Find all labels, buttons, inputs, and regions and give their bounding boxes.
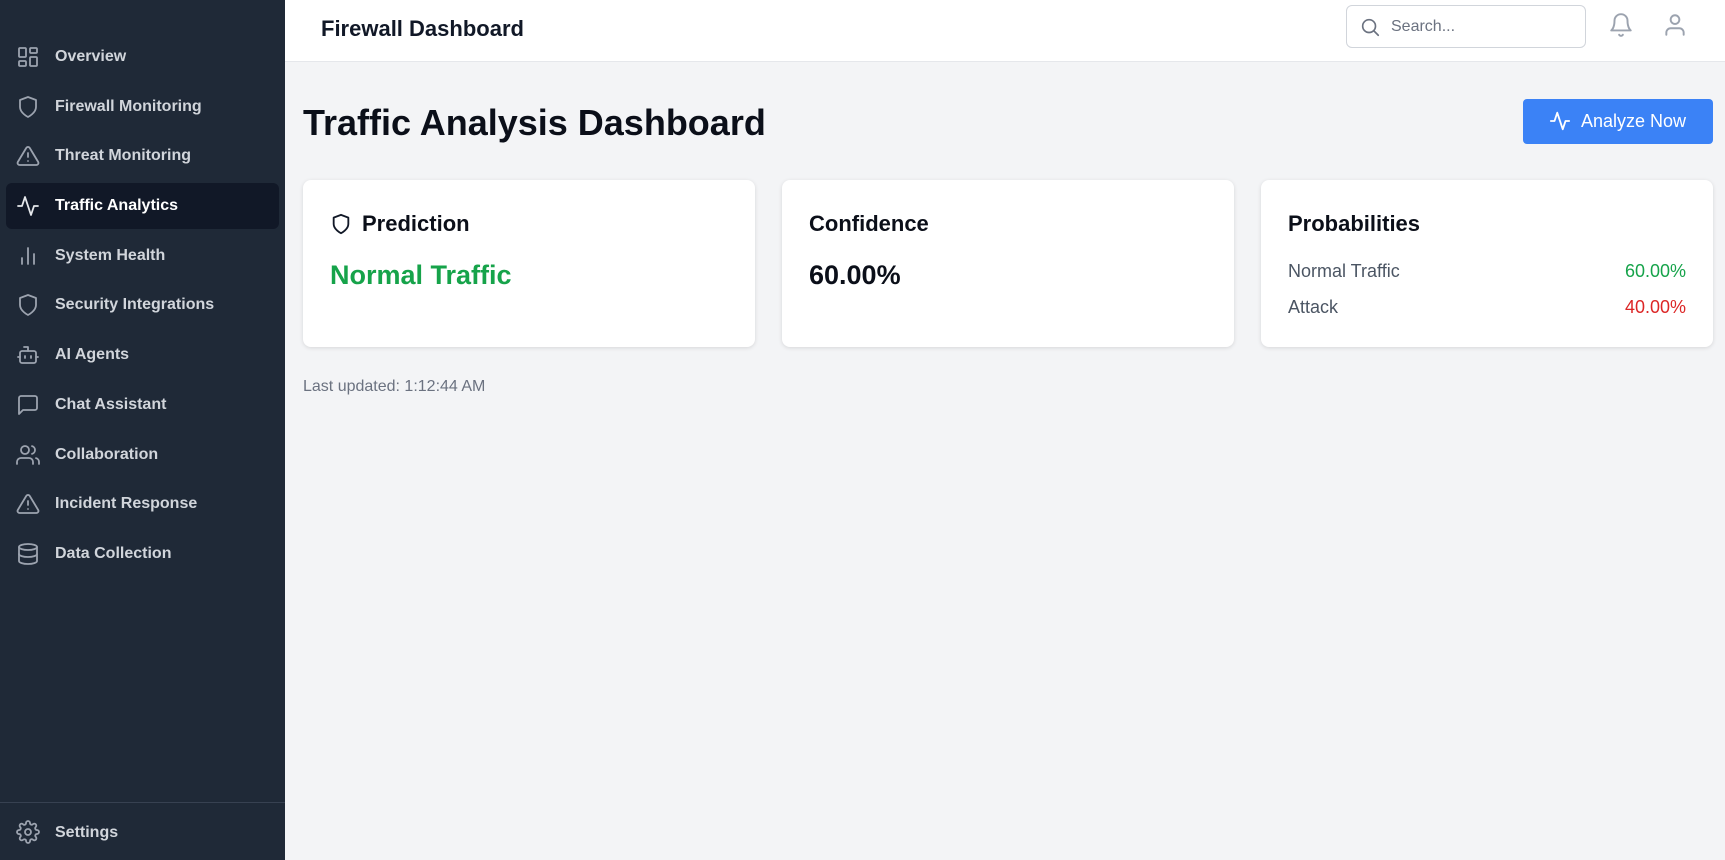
sidebar-item-label: Threat Monitoring: [55, 147, 191, 165]
search-icon: [1359, 16, 1381, 38]
sidebar-item-label: Security Integrations: [55, 296, 215, 314]
sidebar-item-incident-response[interactable]: Incident Response: [6, 481, 279, 527]
sidebar-item-label: Settings: [55, 824, 119, 841]
sidebar-item-chat-assistant[interactable]: Chat Assistant: [6, 382, 279, 428]
probability-row-attack: Attack 40.00%: [1288, 297, 1686, 321]
sidebar-item-label: Data Collection: [55, 544, 172, 562]
confidence-title: Confidence: [809, 211, 929, 236]
sidebar-item-label: Firewall Monitoring: [55, 97, 202, 115]
confidence-card: Confidence 60.00%: [782, 180, 1234, 347]
probability-label: Normal Traffic: [1288, 261, 1400, 281]
sidebar-item-label: Incident Response: [55, 495, 198, 513]
bot-icon: [16, 343, 40, 367]
activity-icon: [1549, 110, 1571, 132]
sidebar: Overview Firewall Monitoring Threat Moni…: [0, 0, 285, 860]
sidebar-item-label: Chat Assistant: [55, 395, 167, 413]
analyze-now-button[interactable]: Analyze Now: [1523, 99, 1713, 144]
prediction-title: Prediction: [362, 211, 470, 236]
prediction-card: Prediction Normal Traffic: [303, 180, 755, 347]
top-bar: Firewall Dashboard: [285, 0, 1725, 62]
probabilities-card: Probabilities Normal Traffic 60.00% Atta…: [1261, 180, 1713, 347]
shield-icon: [330, 213, 352, 235]
probability-row-normal: Normal Traffic 60.00%: [1288, 261, 1686, 285]
sidebar-item-system-health[interactable]: System Health: [6, 233, 279, 279]
alert-triangle-icon: [16, 144, 40, 168]
bar-chart-icon: [16, 244, 40, 268]
sidebar-item-traffic-analytics[interactable]: Traffic Analytics: [6, 183, 279, 230]
shield-icon: [16, 293, 40, 317]
sidebar-item-label: AI Agents: [55, 346, 130, 364]
gear-icon: [16, 820, 40, 844]
message-square-icon: [16, 393, 40, 417]
app-title: Firewall Dashboard: [321, 16, 524, 41]
layout-grid-icon: [16, 45, 40, 69]
sidebar-item-ai-agents[interactable]: AI Agents: [6, 332, 279, 378]
sidebar-item-data-collection[interactable]: Data Collection: [6, 531, 279, 577]
activity-icon: [16, 194, 40, 218]
probability-value: 60.00%: [1624, 261, 1686, 281]
sidebar-item-label: Traffic Analytics: [55, 197, 179, 215]
alert-triangle-icon: [16, 492, 40, 516]
sidebar-item-firewall-monitoring[interactable]: Firewall Monitoring: [6, 84, 279, 130]
probability-label: Attack: [1288, 297, 1339, 317]
probability-value: 40.00%: [1624, 297, 1686, 317]
sidebar-item-label: Collaboration: [55, 445, 159, 463]
probabilities-title: Probabilities: [1288, 211, 1421, 236]
sidebar-item-settings[interactable]: Settings: [6, 803, 279, 860]
sidebar-nav: Overview Firewall Monitoring Threat Moni…: [0, 34, 285, 581]
sidebar-item-label: Overview: [55, 48, 127, 65]
last-updated: Last updated: 1:12:44 AM: [303, 378, 485, 396]
page-title: Traffic Analysis Dashboard: [303, 102, 766, 143]
database-icon: [16, 542, 40, 566]
search-box[interactable]: [1346, 5, 1586, 48]
analyze-now-label: Analyze Now: [1581, 111, 1687, 131]
last-updated-time: 1:12:44 AM: [404, 378, 486, 395]
sidebar-item-threat-monitoring[interactable]: Threat Monitoring: [6, 133, 279, 179]
sidebar-item-overview[interactable]: Overview: [6, 34, 279, 80]
search-input[interactable]: [1391, 14, 1579, 40]
prediction-value: Normal Traffic: [330, 260, 512, 290]
last-updated-label: Last updated:: [303, 378, 400, 395]
sidebar-item-security-integrations[interactable]: Security Integrations: [6, 282, 279, 328]
bell-icon[interactable]: [1608, 12, 1634, 38]
confidence-value: 60.00%: [809, 260, 901, 290]
user-icon[interactable]: [1662, 12, 1688, 38]
users-icon: [16, 443, 40, 467]
sidebar-item-collaboration[interactable]: Collaboration: [6, 432, 279, 478]
sidebar-item-label: System Health: [55, 246, 166, 264]
sidebar-footer: Settings: [0, 802, 285, 860]
shield-icon: [16, 95, 40, 119]
